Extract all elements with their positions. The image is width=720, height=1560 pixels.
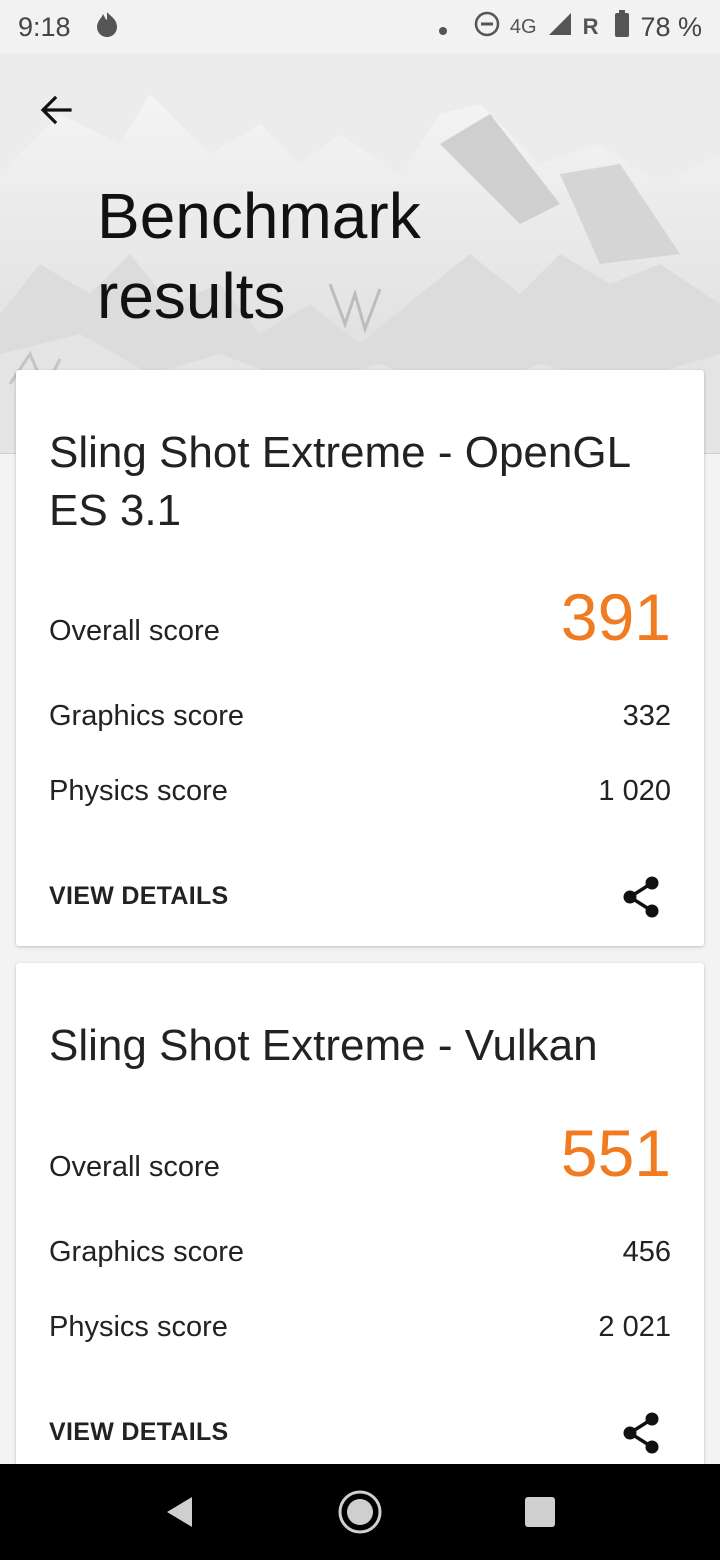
graphics-score-label: Graphics score <box>49 700 245 732</box>
signal-icon <box>547 11 573 44</box>
view-details-button[interactable]: VIEW DETAILS <box>49 882 229 911</box>
graphics-score-value: 456 <box>622 1236 671 1268</box>
overall-score-label: Overall score <box>49 615 220 647</box>
dot-icon <box>438 12 448 43</box>
physics-score-value: 2 021 <box>598 1311 671 1343</box>
back-button[interactable] <box>30 84 82 136</box>
circle-home-icon <box>338 1490 382 1534</box>
share-icon <box>623 1412 659 1454</box>
graphics-score-label: Graphics score <box>49 1236 245 1268</box>
view-details-button[interactable]: VIEW DETAILS <box>49 1418 229 1447</box>
share-button[interactable] <box>618 874 664 920</box>
result-card-opengl: Sling Shot Extreme - OpenGL ES 3.1 Overa… <box>16 370 704 946</box>
overall-score-row: Overall score 551 <box>49 1118 671 1188</box>
graphics-score-value: 332 <box>622 700 671 732</box>
card-title: Sling Shot Extreme - Vulkan <box>49 1021 598 1070</box>
graphics-score-row: Graphics score 456 <box>49 1236 671 1269</box>
overall-score-value: 551 <box>560 1116 671 1190</box>
share-icon <box>623 876 659 918</box>
page-title: Benchmark results <box>97 180 421 332</box>
overall-score-row: Overall score 391 <box>49 582 671 652</box>
system-nav-bar <box>0 1464 720 1560</box>
result-card-vulkan: Sling Shot Extreme - Vulkan Overall scor… <box>16 963 704 1483</box>
physics-score-row: Physics score 1 020 <box>49 775 671 808</box>
physics-score-value: 1 020 <box>598 775 671 807</box>
graphics-score-row: Graphics score 332 <box>49 700 671 733</box>
network-type: 4G <box>509 15 537 38</box>
triangle-back-icon <box>167 1497 192 1527</box>
battery-percent: 78 % <box>640 11 702 42</box>
arrow-left-icon <box>40 95 72 125</box>
status-time: 9:18 <box>18 11 71 42</box>
battery-icon <box>614 9 630 45</box>
nav-back-button[interactable] <box>156 1488 204 1536</box>
status-bar: 9:18 4G R 78 % <box>0 0 720 54</box>
nav-recents-button[interactable] <box>516 1488 564 1536</box>
roaming-indicator: R <box>582 14 599 39</box>
overall-score-value: 391 <box>560 580 671 654</box>
physics-score-label: Physics score <box>49 1311 228 1343</box>
physics-score-row: Physics score 2 021 <box>49 1311 671 1344</box>
notification-app-icon <box>93 10 121 45</box>
physics-score-label: Physics score <box>49 775 228 807</box>
dnd-icon <box>474 11 500 44</box>
share-button[interactable] <box>618 1410 664 1456</box>
overall-score-label: Overall score <box>49 1151 220 1183</box>
card-title: Sling Shot Extreme - OpenGL ES 3.1 <box>49 428 630 535</box>
nav-home-button[interactable] <box>336 1488 384 1536</box>
square-recents-icon <box>525 1497 555 1527</box>
